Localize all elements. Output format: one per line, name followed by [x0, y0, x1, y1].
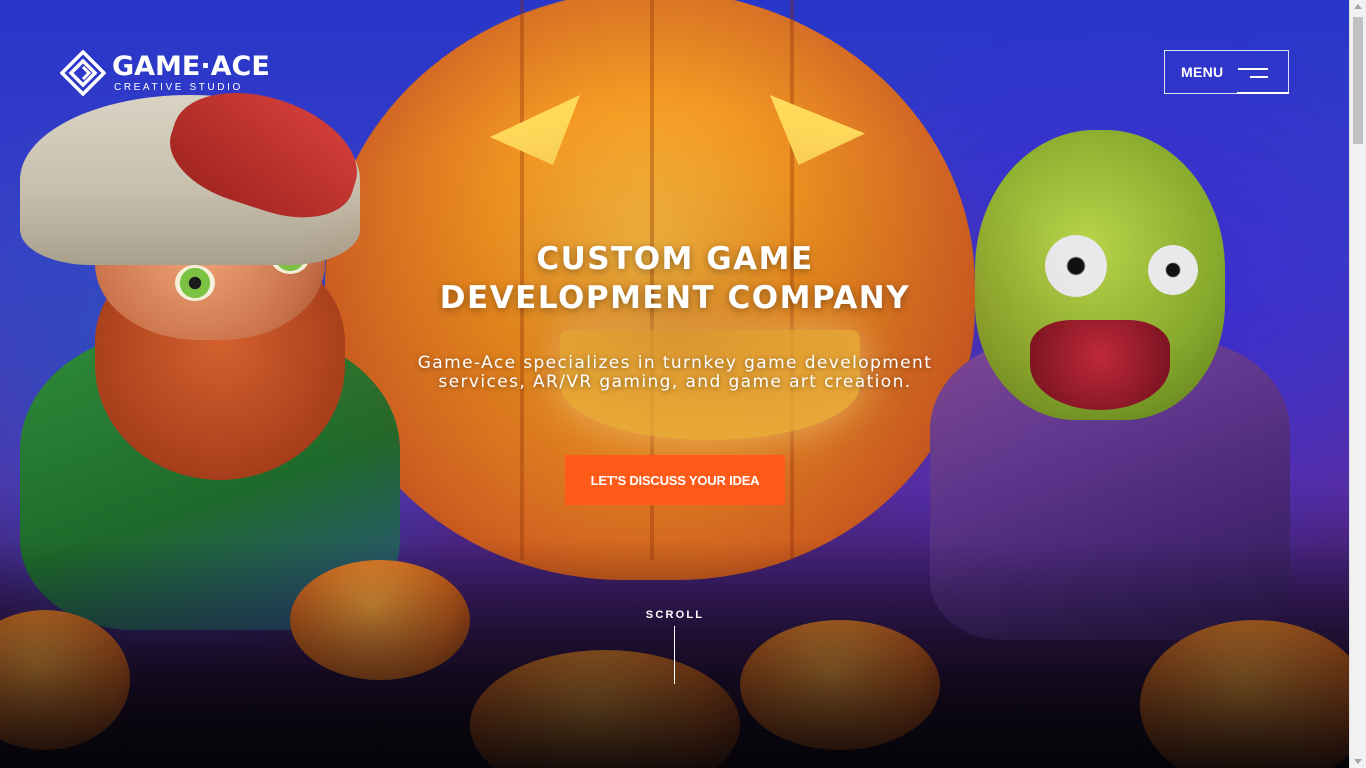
game-ace-logo[interactable]: GAME·ACE CREATIVE STUDIO: [60, 50, 270, 96]
logo-wordmark: GAME·ACE CREATIVE STUDIO: [112, 51, 270, 94]
scroll-down-arrow-icon[interactable]: [1354, 759, 1362, 764]
logo-diamond-icon: [60, 50, 106, 96]
menu-border-accent: [1237, 92, 1289, 94]
hero-subtitle-line-1: Game-Ace specializes in turnkey game dev…: [417, 353, 933, 373]
hero-title: CUSTOM GAME DEVELOPMENT COMPANY: [380, 240, 970, 318]
hero-title-line-2: DEVELOPMENT COMPANY: [439, 280, 911, 316]
scroll-line: [674, 626, 675, 684]
scroll-indicator[interactable]: SCROLL: [640, 609, 710, 684]
logo-name: GAME·ACE: [112, 51, 270, 82]
hero-subtitle-line-2: services, AR/VR gaming, and game art cre…: [438, 372, 912, 392]
menu-button[interactable]: MENU: [1164, 50, 1289, 94]
scrollbar-thumb[interactable]: [1353, 17, 1363, 144]
hamburger-icon: [1238, 66, 1268, 80]
page-scrollbar[interactable]: [1349, 0, 1366, 768]
scroll-label: SCROLL: [645, 609, 705, 621]
logo-tagline: CREATIVE STUDIO: [114, 82, 243, 93]
discuss-idea-button[interactable]: LET'S DISCUSS YOUR IDEA: [565, 455, 785, 505]
hero-title-line-1: CUSTOM GAME: [536, 241, 814, 277]
hero-content: CUSTOM GAME DEVELOPMENT COMPANY Game-Ace…: [380, 240, 970, 392]
scroll-up-arrow-icon[interactable]: [1354, 4, 1362, 9]
hero-subtitle: Game-Ace specializes in turnkey game dev…: [380, 354, 970, 392]
menu-label: MENU: [1181, 64, 1224, 80]
